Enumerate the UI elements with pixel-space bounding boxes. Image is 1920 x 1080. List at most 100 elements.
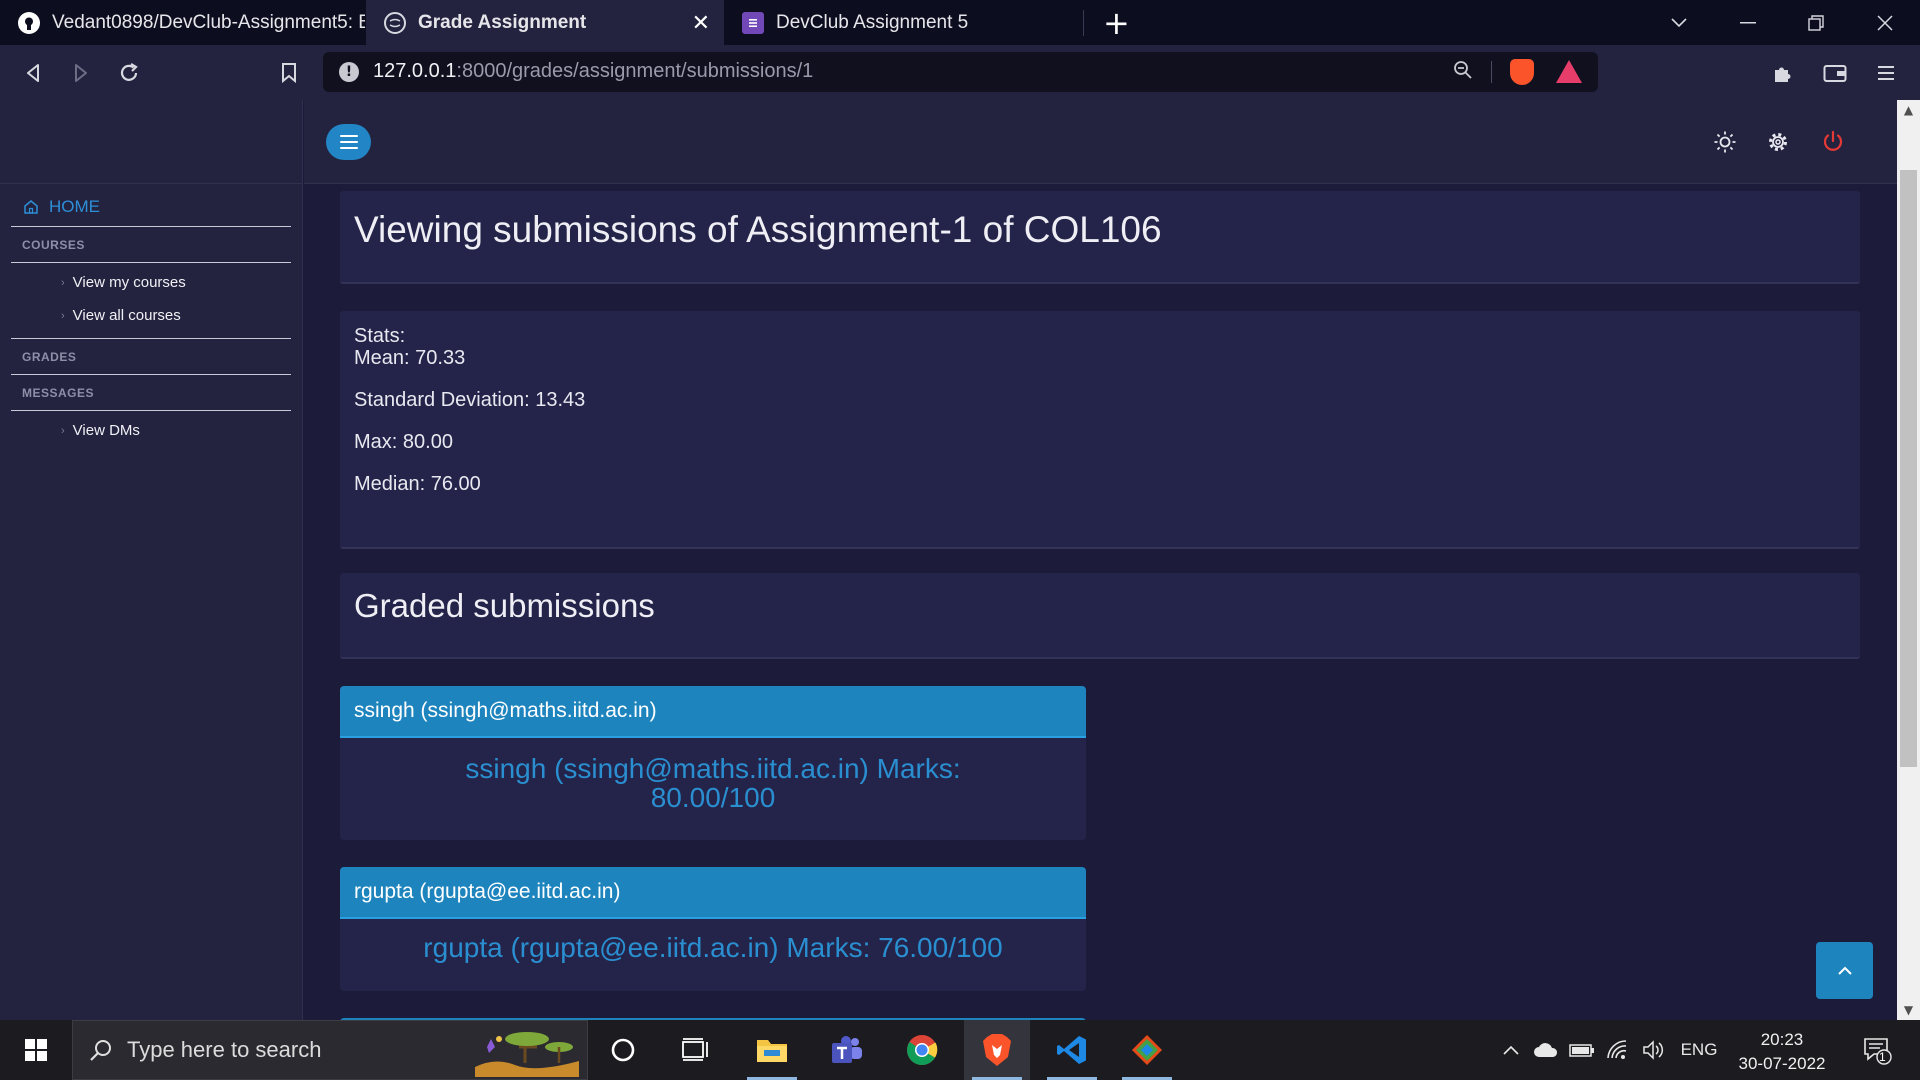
windows-start-icon[interactable] <box>10 1020 62 1080</box>
tab-title: Grade Assignment <box>418 11 587 33</box>
cortana-icon[interactable] <box>590 1020 656 1080</box>
notification-count-badge: 1 <box>1879 1050 1886 1064</box>
task-view-icon[interactable] <box>663 1020 729 1080</box>
browser-menu-icon[interactable] <box>1866 53 1906 93</box>
search-placeholder: Type here to search <box>127 1037 322 1062</box>
forms-icon <box>742 11 764 34</box>
chevron-right-icon: › <box>61 309 65 322</box>
sidebar: HOME COURSES › View my courses › View al… <box>0 100 303 1020</box>
tab-title: Vedant0898/DevClub-Assignment5: Ba <box>52 11 365 33</box>
minimize-button[interactable] <box>1715 0 1781 45</box>
globe-icon <box>384 11 406 34</box>
search-highlight-illustration <box>475 1032 579 1077</box>
sidebar-item-view-all-courses[interactable]: › View all courses <box>11 299 291 332</box>
clock-date: 30-07-2022 <box>1738 1054 1826 1073</box>
sidebar-toggle-button[interactable] <box>326 124 371 160</box>
submission-card: ssingh (ssingh@maths.iitd.ac.in) ssingh … <box>340 686 1086 840</box>
teams-icon[interactable] <box>814 1020 880 1080</box>
submission-header: ssingh (ssingh@maths.iitd.ac.in) <box>340 686 1086 738</box>
clock-time: 20:23 <box>1760 1030 1804 1049</box>
browser-tab-strip: Vedant0898/DevClub-Assignment5: Ba Grade… <box>0 0 1920 45</box>
tab-devclub-form[interactable]: DevClub Assignment 5 <box>724 0 1082 45</box>
sidebar-item-view-dms[interactable]: › View DMs <box>11 414 291 447</box>
brave-browser-icon[interactable] <box>964 1020 1030 1080</box>
git-gui-icon[interactable] <box>1114 1020 1180 1080</box>
tab-github[interactable]: Vedant0898/DevClub-Assignment5: Ba <box>0 0 365 45</box>
sidebar-item-view-my-courses[interactable]: › View my courses <box>11 266 291 299</box>
file-explorer-icon[interactable] <box>739 1020 805 1080</box>
tab-title: DevClub Assignment 5 <box>776 11 969 33</box>
onedrive-cloud-icon[interactable] <box>1530 1020 1562 1080</box>
stat-max: Max: 80.00 <box>354 431 453 453</box>
sidebar-item-home[interactable]: HOME <box>11 187 291 227</box>
github-icon <box>18 11 40 34</box>
sidebar-section-messages: MESSAGES <box>11 375 291 411</box>
sidebar-item-label: HOME <box>49 196 100 216</box>
sidebar-item-label: View my courses <box>72 274 186 291</box>
power-logout-icon[interactable] <box>1817 126 1849 158</box>
taskbar-search-box[interactable]: Type here to search <box>72 1020 588 1080</box>
page-scrollbar[interactable]: ▲ ▼ <box>1897 100 1920 1020</box>
scroll-to-top-button[interactable] <box>1816 942 1873 999</box>
chrome-icon[interactable] <box>889 1020 955 1080</box>
site-info-icon[interactable]: ! <box>339 62 359 82</box>
app-header <box>304 100 1897 184</box>
new-tab-button[interactable]: + <box>1103 4 1130 42</box>
stat-std-dev: Standard Deviation: 13.43 <box>354 389 586 411</box>
bookmark-icon[interactable] <box>269 53 309 93</box>
back-button[interactable] <box>13 53 53 93</box>
battery-icon[interactable] <box>1566 1020 1598 1080</box>
page-title-card: Viewing submissions of Assignment-1 of C… <box>340 191 1860 284</box>
submission-marks-link[interactable]: ssingh (ssingh@maths.iitd.ac.in) Marks: … <box>340 738 1086 812</box>
tab-divider <box>1083 10 1084 36</box>
stat-median: Median: 76.00 <box>354 473 481 495</box>
tab-list-chevron-icon[interactable] <box>1646 0 1712 45</box>
volume-icon[interactable] <box>1638 1020 1670 1080</box>
sidebar-header <box>0 100 302 184</box>
sidebar-group-courses: › View my courses › View all courses <box>11 263 291 339</box>
graded-submissions-title: Graded submissions <box>354 587 655 624</box>
stats-block: Stats: Mean: 70.33 Standard Deviation: 1… <box>354 325 585 515</box>
url-divider <box>1491 61 1492 83</box>
reload-button[interactable] <box>109 53 149 93</box>
url-text[interactable]: 127.0.0.1:8000/grades/assignment/submiss… <box>373 60 813 83</box>
sidebar-group-messages: › View DMs <box>11 411 291 447</box>
action-center-notification-icon[interactable]: 1 <box>1852 1020 1902 1080</box>
page-title: Viewing submissions of Assignment-1 of C… <box>354 209 1162 250</box>
graded-submissions-card: Graded submissions <box>340 573 1860 659</box>
close-window-button[interactable] <box>1852 0 1918 45</box>
restore-button[interactable] <box>1783 0 1849 45</box>
chevron-right-icon: › <box>61 424 65 437</box>
submission-marks-link[interactable]: rgupta (rgupta@ee.iitd.ac.in) Marks: 76.… <box>340 919 1086 962</box>
vscode-icon[interactable] <box>1039 1020 1105 1080</box>
scroll-up-arrow-icon[interactable]: ▲ <box>1897 100 1920 120</box>
chevron-right-icon: › <box>61 276 65 289</box>
input-language-indicator[interactable]: ENG <box>1676 1020 1722 1080</box>
stat-mean: Mean: 70.33 <box>354 347 466 369</box>
wallet-icon[interactable] <box>1815 53 1855 93</box>
close-tab-icon[interactable]: ✕ <box>692 10 710 36</box>
scroll-down-arrow-icon[interactable]: ▼ <box>1897 1000 1920 1020</box>
taskbar-clock[interactable]: 20:23 30-07-2022 <box>1730 1028 1834 1076</box>
show-hidden-icons-chevron-icon[interactable] <box>1496 1020 1526 1080</box>
stats-card: Stats: Mean: 70.33 Standard Deviation: 1… <box>340 311 1860 549</box>
sidebar-item-label: View all courses <box>72 307 181 324</box>
search-icon <box>90 1040 111 1061</box>
stats-heading: Stats: <box>354 325 406 347</box>
theme-toggle-sun-icon[interactable] <box>1709 126 1741 158</box>
settings-gear-icon[interactable] <box>1762 126 1794 158</box>
submission-header: rgupta (rgupta@ee.iitd.ac.in) <box>340 867 1086 919</box>
brave-rewards-icon[interactable] <box>1556 60 1582 83</box>
forward-button[interactable] <box>61 53 101 93</box>
address-bar[interactable]: ! 127.0.0.1:8000/grades/assignment/submi… <box>323 52 1598 92</box>
sidebar-section-grades[interactable]: GRADES <box>11 339 291 375</box>
zoom-icon[interactable] <box>1453 60 1473 85</box>
main-content: Viewing submissions of Assignment-1 of C… <box>304 185 1897 1020</box>
sidebar-item-label: View DMs <box>72 422 140 439</box>
submission-card: rgupta (rgupta@ee.iitd.ac.in) rgupta (rg… <box>340 867 1086 991</box>
scroll-thumb[interactable] <box>1900 170 1917 767</box>
extensions-icon[interactable] <box>1763 53 1803 93</box>
tab-grade-assignment[interactable]: Grade Assignment ✕ <box>366 0 724 45</box>
wifi-icon[interactable] <box>1602 1020 1634 1080</box>
brave-shields-icon[interactable] <box>1510 59 1534 85</box>
